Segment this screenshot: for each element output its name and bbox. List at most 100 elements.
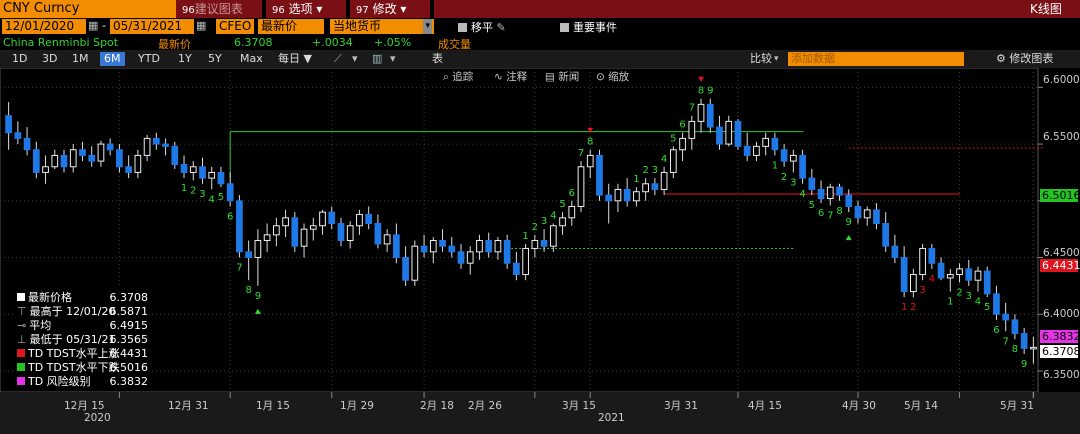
news-tool[interactable]: ▤ 新闻 [545, 70, 579, 84]
x-tick: 2月 26 [468, 400, 502, 412]
compare-input[interactable]: 添加数据 [788, 52, 964, 66]
ticker-field[interactable]: CNY Curncy [0, 0, 180, 18]
menu-label: 建议图表 [194, 2, 243, 16]
x-tick: 3月 15 [562, 400, 596, 412]
chevron-down-icon: ▾ [400, 2, 407, 16]
candle-up [254, 240, 262, 259]
td-setup-count: 5 [670, 133, 676, 144]
period-ytd[interactable]: YTD [134, 52, 164, 66]
td-setup-count: 3 [790, 177, 796, 188]
menu-modify[interactable]: 97 修改 ▾ [350, 0, 430, 18]
candle-down [374, 222, 382, 245]
period-max[interactable]: Max [236, 52, 267, 66]
candle-up [143, 137, 151, 156]
td-setup-count: 2 [190, 185, 196, 196]
field-select[interactable]: 最新价 [258, 19, 324, 34]
chevron-down-icon: ▼ [303, 52, 312, 65]
candle-down [1020, 333, 1028, 349]
quote-bar: China Renminbi Spot 最新价 6.3708 +.0034 +.… [0, 36, 1080, 51]
candle-down [771, 137, 779, 151]
legend-value: 6.4915 [109, 319, 149, 332]
compare-label: 比较 [750, 52, 772, 65]
td-countdown-count: 2 [910, 302, 916, 313]
annotate-icon: ∿ [494, 71, 507, 83]
period-1m[interactable]: 1M [68, 52, 93, 66]
menu-suggested-charts[interactable]: 96建议图表 [176, 0, 262, 18]
candle-up [753, 145, 760, 156]
events-toggle[interactable]: 重要事件 [560, 19, 617, 35]
year-label: 2021 [598, 412, 625, 424]
candle-down [882, 222, 890, 247]
chevron-down-icon[interactable]: ▾ [774, 54, 779, 64]
chevron-down-icon[interactable]: ▾ [386, 52, 400, 66]
candle-up [614, 188, 622, 202]
move-toggle[interactable]: 移平 ✎ [458, 19, 506, 35]
menu-options[interactable]: 96 选项 ▾ [266, 0, 346, 18]
x-tick: 5月 31 [1000, 400, 1034, 412]
candle-down [14, 132, 22, 139]
candlestick-chart[interactable]: 1 2 34 567891234567812 345678 9123456 7 8912 345… [0, 68, 1080, 434]
candle-up [189, 166, 197, 173]
low-marker-icon: ⊥ [17, 333, 27, 346]
frequency-select[interactable]: 每日 ▼ [274, 52, 316, 66]
td-countdown-count: 3 [919, 285, 925, 296]
candle-up [910, 274, 917, 293]
annotate-tool[interactable]: ∿ 注释 [494, 70, 527, 84]
candle-down [900, 257, 908, 293]
candle-up [762, 137, 770, 147]
period-5y[interactable]: 5Y [204, 52, 226, 66]
calendar-icon[interactable]: ▦ [88, 19, 98, 32]
td-setup-count: 1 [772, 160, 778, 171]
td-setup-count: 1 [633, 174, 639, 185]
period-6m[interactable]: 6M [100, 52, 125, 66]
candle-up [346, 225, 354, 242]
source-input[interactable]: CFEO [216, 19, 254, 34]
period-3d[interactable]: 3D [38, 52, 61, 66]
candle-down [217, 171, 225, 185]
calendar-icon[interactable]: ▦ [196, 19, 206, 32]
td-setup-count: 9 [1021, 359, 1027, 370]
period-1y[interactable]: 1Y [174, 52, 196, 66]
candle-down [32, 149, 40, 173]
candle-down [623, 188, 631, 202]
td-setup-count: 9 [255, 291, 261, 302]
line-chart-icon[interactable]: ⟋ [330, 52, 346, 66]
td-setup-count: 8 [836, 206, 842, 217]
menu-number: 97 [356, 5, 369, 16]
x-tick: 12月 15 [64, 400, 105, 412]
candle-down [873, 209, 880, 224]
td-setup-count: 2 [956, 287, 962, 298]
candle-chart-icon[interactable]: ▥ [368, 52, 386, 66]
candle-down [743, 145, 751, 156]
td-setup-count: 6 [993, 325, 999, 336]
end-date-input[interactable]: 05/31/2021 [110, 19, 194, 34]
candle-down [106, 143, 114, 151]
legend-swatch [17, 349, 25, 357]
legend-label: TD 风险级别 [28, 375, 91, 388]
zoom-tool[interactable]: ⊙ 缩放 [596, 70, 629, 84]
candle-down [402, 257, 409, 281]
candle-down [817, 188, 825, 200]
candle-down [365, 213, 373, 224]
period-1d[interactable]: 1D [8, 52, 31, 66]
edit-chart-button[interactable]: ⚙ 修改图表 [992, 52, 1057, 66]
x-tick: 5月 14 [904, 400, 938, 412]
tdst-up-price-tag: 6.4431 [1040, 259, 1080, 272]
currency-select[interactable]: 当地货币 ▾ [330, 19, 434, 34]
candle-up [974, 270, 982, 281]
td-setup-count: 3 [199, 189, 205, 200]
candle-down [596, 154, 603, 196]
td-setup-count: 2 [532, 222, 538, 233]
x-tick: 4月 15 [748, 400, 782, 412]
controls-bar: 12/01/2020 ▦ - 05/31/2021 ▦ CFEO 最新价 当地货… [0, 18, 1080, 36]
candle-up [411, 245, 419, 281]
candle-down [928, 247, 936, 264]
track-tool[interactable]: ⌕ 追踪 [443, 70, 473, 84]
table-button[interactable]: 表 [428, 52, 447, 66]
chevron-down-icon[interactable]: ▾ [348, 52, 362, 66]
candle-up [549, 225, 557, 247]
menu-number: 96 [272, 5, 285, 16]
legend-item-low: ⊥ 最低于 05/31/21 [17, 333, 116, 346]
candle-down [328, 211, 336, 224]
start-date-input[interactable]: 12/01/2020 [2, 19, 86, 34]
